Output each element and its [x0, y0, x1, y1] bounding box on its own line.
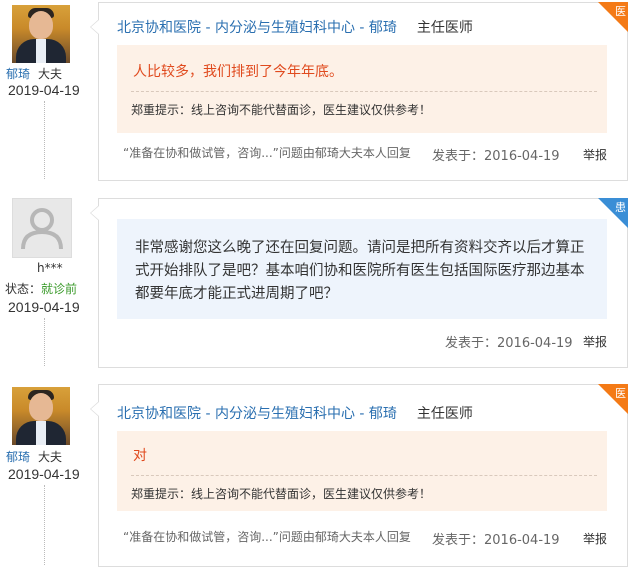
posted-time: 发表于：2016-04-19 [432, 149, 560, 164]
hospital-department-link[interactable]: 北京协和医院 - 内分泌与生殖妇科中心 - 郁琦 [117, 20, 397, 36]
doctor-suffix: 大夫 [38, 67, 63, 81]
timeline-line [44, 318, 45, 366]
posted-time: 发表于：2016-04-19 [432, 533, 560, 548]
doctor-badge: 医 [598, 2, 628, 32]
hospital-department-link[interactable]: 北京协和医院 - 内分泌与生殖妇科中心 - 郁琦 [117, 406, 397, 422]
reply-header: 北京协和医院 - 内分泌与生殖妇科中心 - 郁琦 主任医师 [117, 403, 473, 423]
doctor-reply-card: 医 北京协和医院 - 内分泌与生殖妇科中心 - 郁琦 主任医师 对 郑重提示：线上… [90, 384, 628, 567]
status-value: 就诊前 [41, 282, 78, 296]
report-link[interactable]: 举报 [583, 333, 607, 350]
answer-box: 人比较多，我们排到了今年年底。 郑重提示：线上咨询不能代替面诊，医生建议仅供参考… [117, 45, 607, 133]
doctor-reply-card: 医 北京协和医院 - 内分泌与生殖妇科中心 - 郁琦 主任医师 人比较多，我们排到… [90, 2, 628, 181]
question-quote-link[interactable]: “准备在协和做试管，咨询...”问题由郁琦大夫本人回复 [123, 144, 411, 161]
patient-status: 状态：就诊前 [5, 282, 78, 296]
answer-text: 对 [133, 448, 147, 464]
report-link[interactable]: 举报 [583, 530, 607, 547]
patient-question-card: 患 非常感谢您这么晚了还在回复问题。请问是把所有资料交齐以后才算正式开始排队了是… [90, 198, 628, 368]
reply-header: 北京协和医院 - 内分泌与生殖妇科中心 - 郁琦 主任医师 [117, 17, 473, 37]
timeline-line [44, 101, 45, 179]
doctor-name-line: 郁琦 大夫 [6, 448, 62, 465]
patient-avatar [12, 198, 72, 258]
divider [131, 91, 597, 92]
entry-date: 2019-04-19 [8, 82, 80, 98]
posted-time: 发表于：2016-04-19 [445, 336, 573, 351]
doctor-name-link[interactable]: 郁琦 [6, 450, 30, 464]
answer-text: 人比较多，我们排到了今年年底。 [133, 64, 343, 80]
doctor-role: 主任医师 [416, 20, 473, 36]
report-link[interactable]: 举报 [583, 146, 607, 163]
doctor-role: 主任医师 [416, 406, 473, 422]
entry-date: 2019-04-19 [8, 299, 80, 315]
question-box: 非常感谢您这么晚了还在回复问题。请问是把所有资料交齐以后才算正式开始排队了是吧？… [117, 219, 607, 319]
timeline-line [44, 485, 45, 565]
question-text: 非常感谢您这么晚了还在回复问题。请问是把所有资料交齐以后才算正式开始排队了是吧？… [135, 240, 585, 302]
disclaimer-tip: 郑重提示：线上咨询不能代替面诊，医生建议仅供参考！ [131, 487, 432, 501]
doctor-avatar[interactable] [12, 5, 70, 63]
entry-date: 2019-04-19 [8, 466, 80, 482]
divider [131, 475, 597, 476]
doctor-suffix: 大夫 [38, 450, 63, 464]
doctor-name-link[interactable]: 郁琦 [6, 67, 30, 81]
doctor-badge: 医 [598, 384, 628, 414]
doctor-avatar[interactable] [12, 387, 70, 445]
doctor-name-line: 郁琦 大夫 [6, 65, 62, 82]
answer-box: 对 郑重提示：线上咨询不能代替面诊，医生建议仅供参考！ [117, 431, 607, 511]
patient-name: h*** [37, 261, 63, 275]
disclaimer-tip: 郑重提示：线上咨询不能代替面诊，医生建议仅供参考！ [131, 103, 432, 117]
question-quote-link[interactable]: “准备在协和做试管，咨询...”问题由郁琦大夫本人回复 [123, 528, 411, 545]
user-icon [21, 208, 63, 250]
